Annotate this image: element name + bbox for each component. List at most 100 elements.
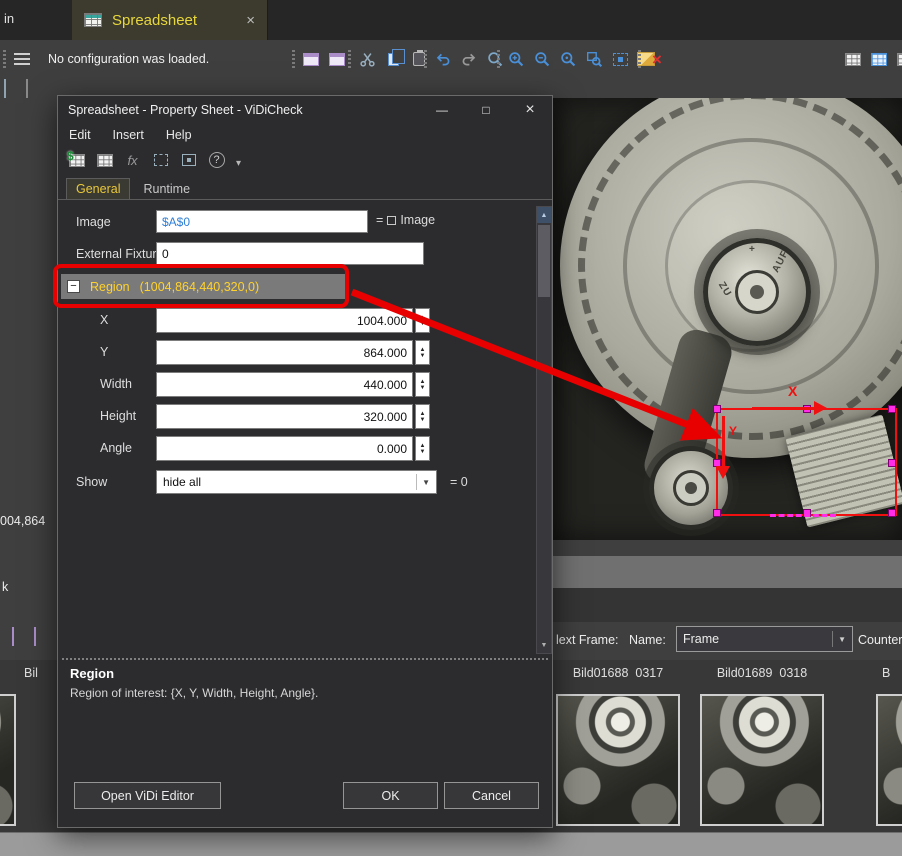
toolbar-overflow-icon[interactable]: ▾ bbox=[236, 158, 241, 169]
toolbar-grip[interactable] bbox=[292, 50, 295, 68]
collapse-expander-icon[interactable]: − bbox=[67, 280, 80, 293]
region-group-row[interactable]: − Region (1004,864,440,320,0) bbox=[61, 274, 349, 299]
angle-label: Angle bbox=[100, 441, 132, 455]
spinner-down-icon[interactable]: ▼ bbox=[420, 353, 426, 359]
spinner-down-icon[interactable]: ▼ bbox=[420, 449, 426, 455]
y-label: Y bbox=[100, 345, 108, 359]
description-title: Region bbox=[70, 666, 114, 681]
angle-input[interactable]: 0.000 bbox=[156, 436, 413, 461]
layout-list-icon[interactable] bbox=[12, 49, 32, 69]
y-input[interactable]: 864.000 bbox=[156, 340, 413, 365]
toolbar-grip[interactable] bbox=[3, 50, 6, 68]
minimize-icon[interactable]: — bbox=[420, 96, 464, 124]
menu-edit[interactable]: Edit bbox=[58, 128, 102, 142]
x-input[interactable]: 1004.000 bbox=[156, 308, 413, 333]
spinner-down-icon[interactable]: ▼ bbox=[420, 321, 426, 327]
height-input[interactable]: 320.000 bbox=[156, 404, 413, 429]
table-view-alt-icon[interactable] bbox=[895, 49, 902, 69]
height-value: 320.000 bbox=[364, 410, 407, 424]
frame-grab-alt-icon[interactable] bbox=[34, 628, 36, 646]
help-icon[interactable]: ? bbox=[206, 150, 227, 170]
zoom-actual-icon[interactable] bbox=[558, 49, 578, 69]
region-y-axis-label: Y bbox=[729, 424, 737, 438]
region-handle[interactable] bbox=[888, 459, 896, 467]
frame-window-alt-icon[interactable] bbox=[327, 49, 347, 69]
toolbar-grip[interactable] bbox=[638, 50, 641, 68]
region-handle[interactable] bbox=[888, 405, 896, 413]
x-spinner[interactable]: ▲▼ bbox=[415, 308, 430, 333]
acquired-image-view[interactable]: AUF ZU + X Y bbox=[553, 98, 902, 540]
cut-icon[interactable] bbox=[357, 49, 377, 69]
region-handle[interactable] bbox=[713, 405, 721, 413]
undo-icon[interactable] bbox=[433, 49, 453, 69]
redo-icon[interactable] bbox=[459, 49, 479, 69]
expand-region-icon[interactable] bbox=[178, 150, 199, 170]
document-tab-bar: in Spreadsheet × bbox=[0, 0, 902, 40]
menu-insert[interactable]: Insert bbox=[102, 128, 155, 142]
combo-arrow-icon[interactable]: ▼ bbox=[832, 631, 846, 647]
scrollbar-thumb[interactable] bbox=[538, 225, 550, 297]
tab-runtime[interactable]: Runtime bbox=[134, 179, 199, 199]
width-spinner[interactable]: ▲▼ bbox=[415, 372, 430, 397]
main-toolbar: No configuration was loaded. bbox=[0, 40, 902, 78]
thumbnail[interactable] bbox=[700, 694, 824, 826]
cancel-button[interactable]: Cancel bbox=[444, 782, 539, 809]
toolbar-grip[interactable] bbox=[424, 50, 427, 68]
property-scrollbar[interactable]: ▲ ▼ bbox=[536, 206, 552, 654]
y-spinner[interactable]: ▲▼ bbox=[415, 340, 430, 365]
absolute-reference-icon[interactable]: $ bbox=[66, 150, 87, 170]
toolbar-group-zoom bbox=[497, 48, 656, 70]
toolbar-group-tables bbox=[843, 48, 902, 70]
close-icon[interactable]: × bbox=[508, 96, 552, 124]
copy-icon[interactable] bbox=[383, 49, 403, 69]
frame-grab-icon[interactable] bbox=[12, 628, 14, 646]
image-input[interactable]: $A$0 bbox=[156, 210, 368, 233]
menu-help[interactable]: Help bbox=[155, 128, 203, 142]
open-vidi-editor-button[interactable]: Open ViDi Editor bbox=[74, 782, 221, 809]
spinner-down-icon[interactable]: ▼ bbox=[420, 417, 426, 423]
partial-tab-main[interactable]: in bbox=[4, 11, 14, 26]
maximize-icon[interactable]: □ bbox=[464, 96, 508, 124]
zoom-fit-icon[interactable] bbox=[610, 49, 630, 69]
show-result: = 0 bbox=[450, 475, 468, 489]
region-of-interest-box[interactable]: X Y bbox=[716, 408, 897, 516]
toolbar-grip[interactable] bbox=[497, 50, 500, 68]
frame-tool-icon[interactable] bbox=[4, 80, 6, 98]
cell-table-icon[interactable] bbox=[94, 150, 115, 170]
zoom-out-icon[interactable] bbox=[532, 49, 552, 69]
height-spinner[interactable]: ▲▼ bbox=[415, 404, 430, 429]
function-icon[interactable]: fx bbox=[122, 150, 143, 170]
frame-window-icon[interactable] bbox=[301, 49, 321, 69]
zoom-in-icon[interactable] bbox=[506, 49, 526, 69]
spinner-down-icon[interactable]: ▼ bbox=[420, 385, 426, 391]
region-handle[interactable] bbox=[713, 509, 721, 517]
splitter-band[interactable] bbox=[553, 556, 902, 588]
show-combobox[interactable]: hide all ▼ bbox=[156, 470, 437, 494]
table-view-icon[interactable] bbox=[843, 49, 863, 69]
thumbnail[interactable] bbox=[556, 694, 680, 826]
ok-button[interactable]: OK bbox=[343, 782, 438, 809]
grid-tool-icon[interactable] bbox=[26, 80, 28, 98]
combo-arrow-icon[interactable]: ▼ bbox=[416, 474, 430, 490]
table-view-blue-icon[interactable] bbox=[869, 49, 889, 69]
thumbnail[interactable] bbox=[876, 694, 902, 826]
delete-red-x-icon[interactable]: × bbox=[647, 49, 667, 69]
thumbnail-partial[interactable] bbox=[0, 694, 16, 826]
select-region-icon[interactable] bbox=[150, 150, 171, 170]
frame-name-combobox[interactable]: Frame ▼ bbox=[676, 626, 853, 652]
external-fixture-input[interactable]: 0 bbox=[156, 242, 424, 265]
tab-spreadsheet[interactable]: Spreadsheet × bbox=[72, 0, 268, 40]
toolbar-grip[interactable] bbox=[348, 50, 351, 68]
angle-spinner[interactable]: ▲▼ bbox=[415, 436, 430, 461]
region-handle[interactable] bbox=[888, 509, 896, 517]
scroll-down-icon[interactable]: ▼ bbox=[537, 637, 551, 653]
bottom-scrollbar[interactable] bbox=[0, 832, 902, 856]
width-input[interactable]: 440.000 bbox=[156, 372, 413, 397]
dialog-titlebar[interactable]: Spreadsheet - Property Sheet - ViDiCheck… bbox=[58, 96, 552, 124]
zoom-region-icon[interactable] bbox=[584, 49, 604, 69]
tab-close-icon[interactable]: × bbox=[246, 13, 255, 28]
tab-general[interactable]: General bbox=[66, 178, 130, 199]
scroll-up-icon[interactable]: ▲ bbox=[537, 207, 551, 223]
x-label: X bbox=[100, 313, 108, 327]
image-ref-icon bbox=[387, 216, 396, 225]
